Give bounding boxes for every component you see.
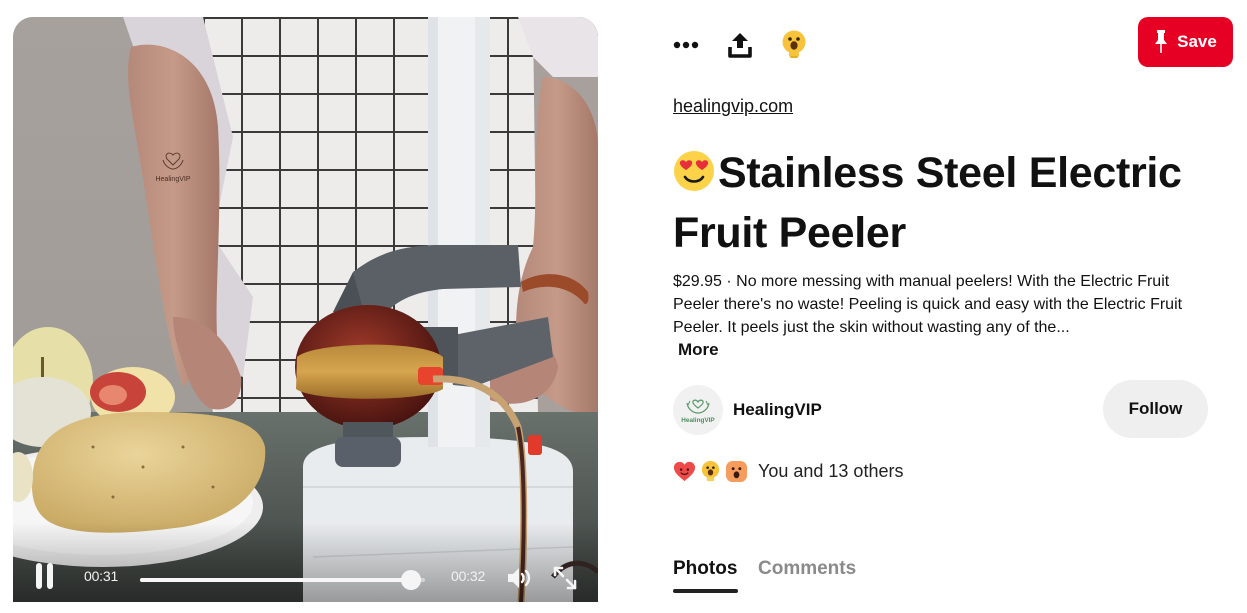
source-link[interactable]: healingvip.com — [673, 96, 793, 117]
react-button[interactable] — [777, 28, 811, 62]
speaker-icon — [508, 568, 531, 588]
more-options-button[interactable] — [669, 28, 703, 62]
follow-button[interactable]: Follow — [1103, 380, 1208, 438]
tab-comments[interactable]: Comments — [758, 558, 856, 580]
pushpin-icon — [1155, 30, 1168, 53]
pin-description: $29.95 · No more messing with manual pee… — [673, 273, 1183, 336]
save-button[interactable]: Save — [1138, 17, 1233, 67]
heart-face-icon — [673, 461, 696, 481]
svg-text:HealingVIP: HealingVIP — [155, 176, 190, 183]
more-description-link[interactable]: More — [678, 340, 719, 360]
lightbulb-wow-icon — [701, 460, 720, 481]
share-button[interactable] — [723, 28, 757, 62]
surprised-face-icon — [725, 460, 748, 482]
svg-text:HealingVIP: HealingVIP — [681, 417, 715, 424]
pin-closeup-page: HealingVIP 00:31 00:32 Save healingvip.c… — [0, 0, 1247, 613]
pin-video-player[interactable]: HealingVIP 00:31 00:32 — [13, 17, 598, 602]
heart-eyes-emoji-icon — [674, 151, 714, 191]
reactions-summary[interactable]: You and 13 others — [673, 458, 903, 484]
video-controls: 00:31 00:32 — [13, 532, 598, 602]
video-scrubber-handle[interactable] — [400, 570, 421, 590]
wow-reaction-icon — [782, 30, 806, 58]
pause-icon — [36, 563, 42, 589]
active-tab-indicator — [673, 589, 738, 593]
share-upload-icon — [728, 33, 752, 58]
pin-details-panel: Save healingvip.com Stainless Steel Elec… — [673, 0, 1233, 613]
video-progress-fill — [140, 578, 411, 582]
creator-avatar[interactable]: HealingVIP — [673, 385, 723, 435]
ellipsis-icon — [673, 41, 699, 49]
expand-arrows-icon — [553, 566, 577, 590]
creator-row: HealingVIP HealingVIP Follow — [673, 380, 1233, 438]
fullscreen-button[interactable] — [553, 566, 577, 590]
pin-title: Stainless Steel Electric Fruit Peeler — [673, 143, 1213, 263]
tab-photos[interactable]: Photos — [673, 558, 737, 580]
current-time: 00:31 — [84, 568, 119, 584]
pause-button[interactable] — [34, 563, 56, 589]
pin-title-text: Stainless Steel Electric Fruit Peeler — [673, 149, 1182, 257]
volume-button[interactable] — [507, 566, 533, 590]
video-progress-bar[interactable] — [140, 570, 425, 590]
creator-name[interactable]: HealingVIP — [733, 400, 822, 420]
healing-hands-logo-icon: HealingVIP — [673, 385, 723, 435]
save-label: Save — [1177, 32, 1217, 51]
reactions-count-text[interactable]: You and 13 others — [758, 461, 903, 482]
video-frame: HealingVIP — [13, 17, 598, 602]
video-duration: 00:32 — [451, 568, 486, 584]
pin-action-bar: Save — [673, 17, 1233, 67]
